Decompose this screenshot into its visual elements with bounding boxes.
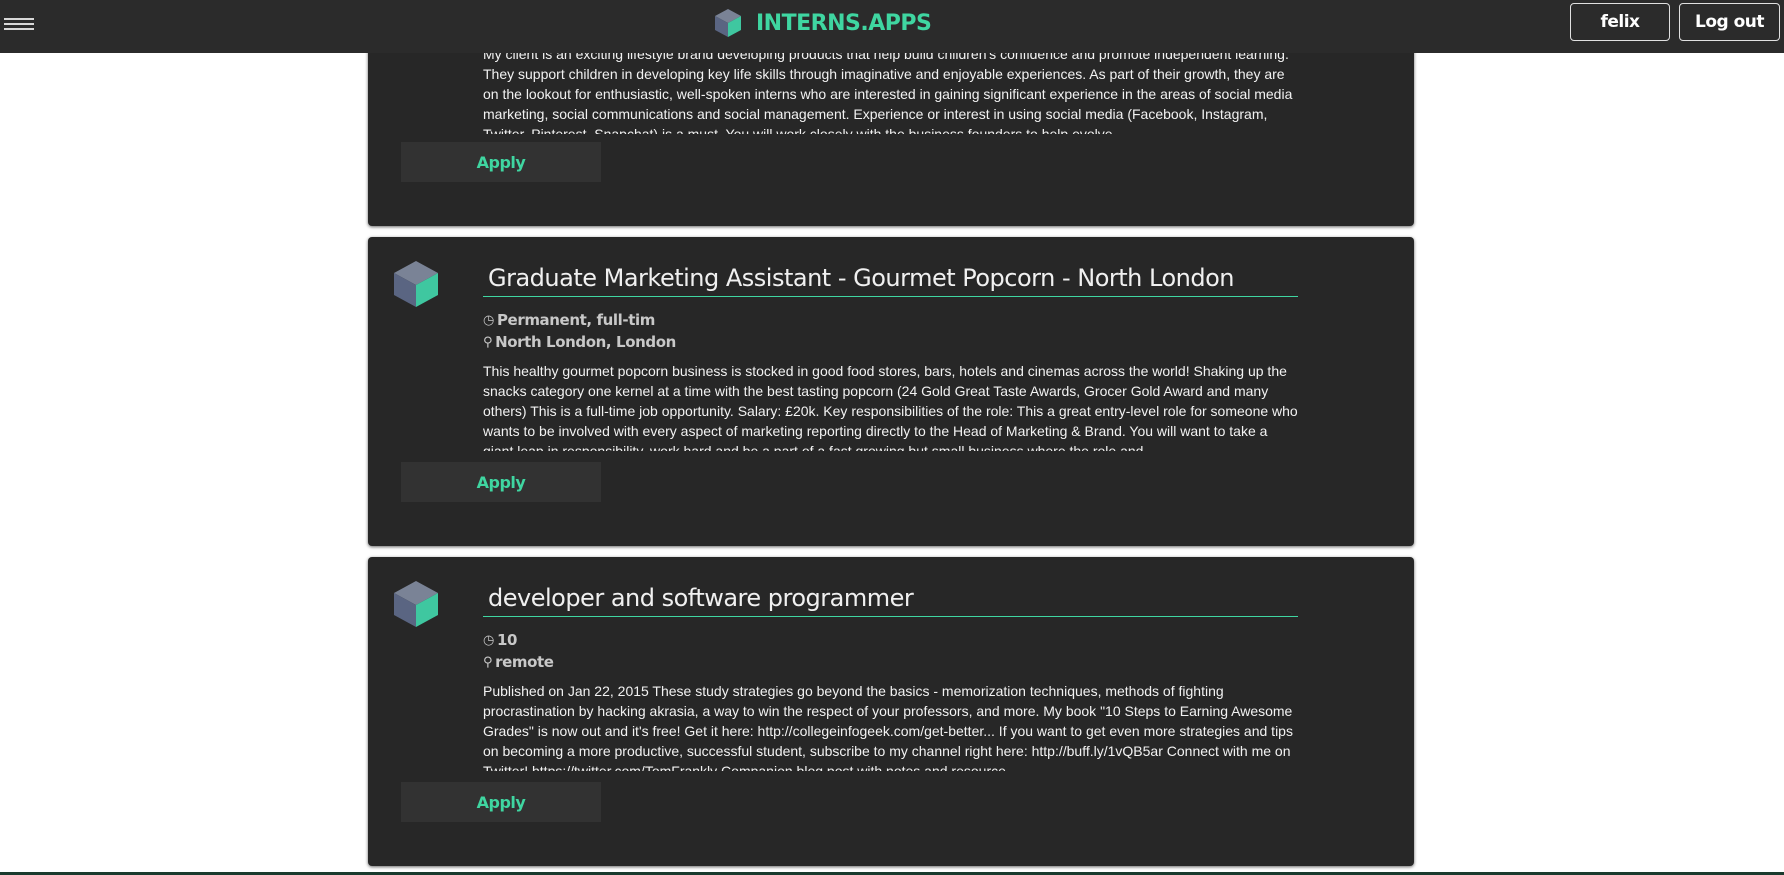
job-description: Published on Jan 22, 2015 These study st… — [483, 683, 1293, 771]
hamburger-menu-icon[interactable] — [4, 13, 34, 35]
user-button[interactable]: felix — [1570, 3, 1670, 41]
job-title[interactable]: Graduate Marketing Assistant - Gourmet P… — [483, 263, 1298, 297]
logout-button[interactable]: Log out — [1679, 3, 1780, 41]
job-location-label: remote — [495, 653, 554, 671]
brand[interactable]: INTERNS.APPS — [712, 7, 932, 39]
job-type-label: 10 — [496, 631, 518, 649]
cube-logo-icon — [394, 581, 438, 627]
job-title[interactable]: developer and software programmer — [483, 583, 1298, 617]
job-description: This healthy gourmet popcorn business is… — [483, 363, 1298, 451]
apply-button[interactable]: Apply — [401, 462, 601, 502]
job-location: ⚲ remote — [483, 653, 554, 671]
job-type-label: Permanent, full-tim — [496, 311, 655, 329]
cube-logo-icon — [715, 9, 741, 37]
map-marker-icon: ⚲ — [483, 334, 493, 350]
apply-button[interactable]: Apply — [401, 142, 601, 182]
job-type: ◷ 10 — [483, 631, 517, 649]
map-marker-icon: ⚲ — [483, 654, 493, 670]
job-location: ⚲ North London, London — [483, 333, 676, 351]
clock-icon: ◷ — [483, 632, 494, 648]
clock-icon: ◷ — [483, 312, 494, 328]
job-type: ◷ Permanent, full-tim — [483, 311, 655, 329]
brand-name: INTERNS.APPS — [756, 10, 932, 36]
job-description: My client is an exciting lifestyle brand… — [483, 46, 1293, 134]
apply-button[interactable]: Apply — [401, 782, 601, 822]
top-navbar: INTERNS.APPS felix Log out — [0, 0, 1784, 53]
job-card: Graduate Marketing Assistant - Gourmet P… — [368, 237, 1414, 546]
job-location-label: North London, London — [495, 333, 676, 351]
job-card: developer and software programmer ◷ 10 ⚲… — [368, 557, 1414, 866]
cube-logo-icon — [394, 261, 438, 307]
